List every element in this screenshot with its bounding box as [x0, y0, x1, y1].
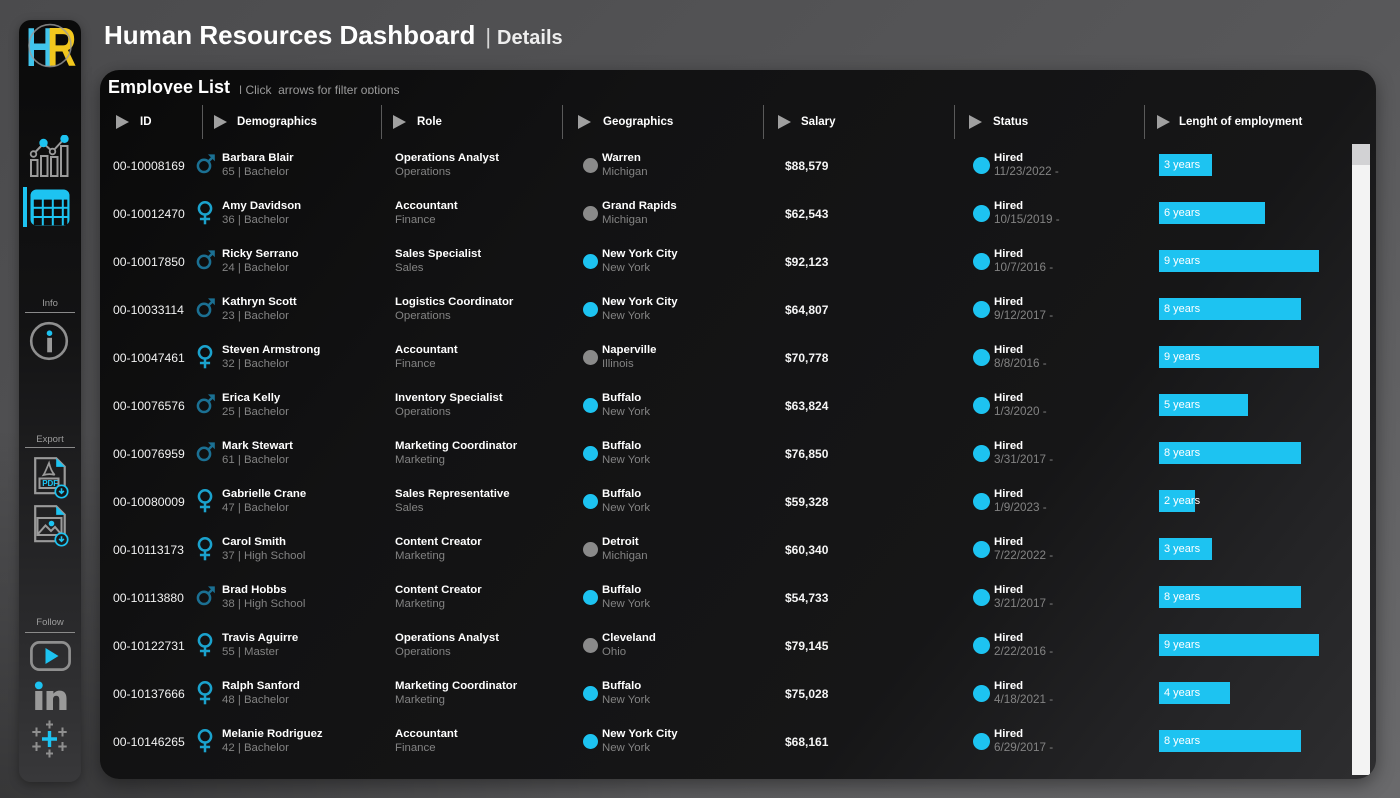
svg-text:PDF: PDF — [42, 479, 58, 488]
